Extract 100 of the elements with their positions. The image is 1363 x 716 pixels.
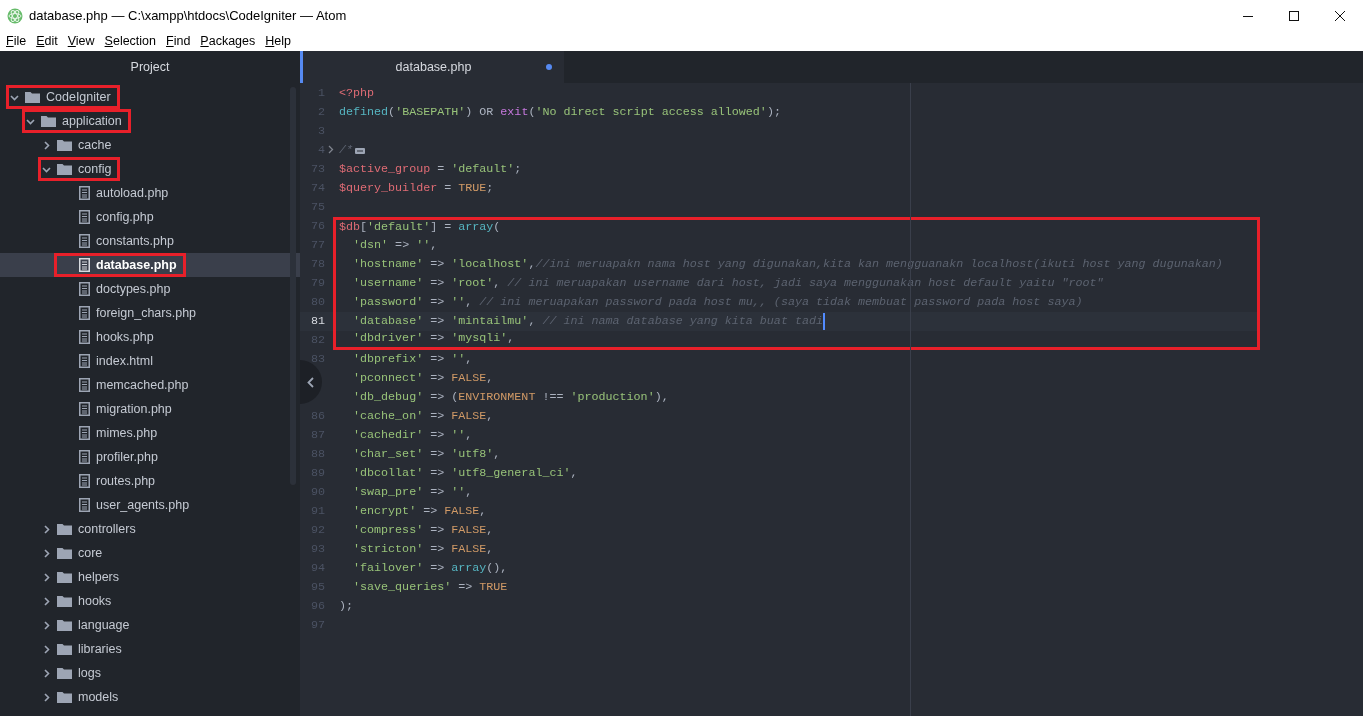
code-line: 'dbcollat' => 'utf8_general_ci', bbox=[352, 464, 578, 482]
menu-item[interactable]: View bbox=[62, 32, 100, 51]
code-line: 'dbprefix' => '', bbox=[352, 350, 473, 368]
file-name: hooks.php bbox=[96, 328, 154, 346]
scrollbar[interactable] bbox=[290, 87, 296, 485]
folder-icon bbox=[25, 91, 40, 103]
file-name: database.php bbox=[96, 256, 177, 274]
file-icon bbox=[79, 354, 90, 368]
menu-item[interactable]: Help bbox=[260, 32, 296, 51]
tree-row[interactable]: CodeIgniter bbox=[0, 85, 300, 109]
chevron-right-icon[interactable] bbox=[42, 596, 51, 606]
code-line: 'password' => '', // ini meruapakan password pada host mu,, (saya tidak membuat password pada host saya) bbox=[352, 293, 1083, 311]
fold-ellipsis-icon[interactable] bbox=[355, 147, 366, 154]
file-name: migration.php bbox=[96, 400, 172, 418]
tree-row[interactable]: language bbox=[0, 613, 300, 637]
menu-item[interactable]: Edit bbox=[31, 32, 63, 51]
chevron-down-icon[interactable] bbox=[42, 164, 51, 174]
tree-row[interactable]: helpers bbox=[0, 565, 300, 589]
file-icon bbox=[79, 210, 90, 224]
folder-icon bbox=[57, 595, 72, 607]
folder-name: application bbox=[62, 112, 122, 130]
file-name: memcached.php bbox=[96, 376, 189, 394]
tree-row[interactable]: libraries bbox=[0, 637, 300, 661]
editor-tab[interactable]: database.php bbox=[300, 51, 564, 83]
folder-icon bbox=[57, 667, 72, 679]
code-line: 'dbdriver' => 'mysqli', bbox=[352, 330, 515, 348]
tree-row[interactable]: controllers bbox=[0, 517, 300, 541]
code-line: 'save_queries' => TRUE bbox=[352, 578, 508, 596]
close-icon bbox=[1335, 11, 1345, 21]
folder-name: controllers bbox=[78, 520, 136, 538]
file-name: profiler.php bbox=[96, 448, 158, 466]
code-line: 'db_debug' => (ENVIRONMENT !== 'production'), bbox=[352, 388, 669, 406]
code-line: 'compress' => FALSE, bbox=[352, 521, 494, 539]
file-icon bbox=[79, 258, 90, 272]
tree-row[interactable]: index.html bbox=[0, 349, 300, 373]
tree-row[interactable]: migration.php bbox=[0, 397, 300, 421]
text-cursor bbox=[822, 313, 825, 330]
chevron-right-icon[interactable] bbox=[42, 692, 51, 702]
folder-icon bbox=[57, 523, 72, 535]
tree-row[interactable]: routes.php bbox=[0, 469, 300, 493]
code-line: <?php bbox=[339, 84, 375, 102]
tree-row[interactable]: models bbox=[0, 685, 300, 709]
tree-row[interactable]: config.php bbox=[0, 205, 300, 229]
file-icon bbox=[79, 282, 90, 296]
tree-row[interactable]: core bbox=[0, 541, 300, 565]
file-name: routes.php bbox=[96, 472, 156, 490]
chevron-down-icon[interactable] bbox=[26, 116, 35, 126]
chevron-right-icon[interactable] bbox=[42, 644, 51, 654]
folder-icon bbox=[57, 163, 72, 175]
code-line: 'cachedir' => '', bbox=[352, 426, 473, 444]
code-line: 'username' => 'root', // ini meruapakan username dari host, jadi saya menggunakan host default yaitu "root" bbox=[352, 274, 1104, 292]
chevron-right-icon[interactable] bbox=[42, 620, 51, 630]
file-name: index.html bbox=[96, 352, 153, 370]
tree-row[interactable]: profiler.php bbox=[0, 445, 300, 469]
tree-row[interactable]: hooks.php bbox=[0, 325, 300, 349]
code-line: 'pconnect' => FALSE, bbox=[352, 369, 494, 387]
menu-item[interactable]: File bbox=[1, 32, 32, 51]
code-line: 'encrypt' => FALSE, bbox=[352, 502, 487, 520]
tree-row[interactable]: mimes.php bbox=[0, 421, 300, 445]
chevron-right-icon[interactable] bbox=[42, 548, 51, 558]
tree-row[interactable]: database.php bbox=[0, 253, 300, 277]
folder-name: logs bbox=[78, 664, 101, 682]
tree-row[interactable]: doctypes.php bbox=[0, 277, 300, 301]
tree-row[interactable]: logs bbox=[0, 661, 300, 685]
chevron-right-icon[interactable] bbox=[42, 140, 51, 150]
file-name: doctypes.php bbox=[96, 280, 171, 298]
chevron-right-icon[interactable] bbox=[42, 668, 51, 678]
code-line: 'dsn' => '', bbox=[352, 236, 438, 254]
chevron-right-icon[interactable] bbox=[42, 524, 51, 534]
file-icon bbox=[79, 234, 90, 248]
tree-row[interactable]: config bbox=[0, 157, 300, 181]
menu-item[interactable]: Packages bbox=[195, 32, 261, 51]
file-icon bbox=[79, 474, 90, 488]
tree-row[interactable]: constants.php bbox=[0, 229, 300, 253]
file-icon bbox=[79, 306, 90, 320]
folder-icon bbox=[57, 691, 72, 703]
maximize-icon bbox=[1289, 11, 1299, 21]
tree-row[interactable]: cache bbox=[0, 133, 300, 157]
tree-row[interactable]: hooks bbox=[0, 589, 300, 613]
folder-name: config bbox=[78, 160, 112, 178]
chevron-down-icon[interactable] bbox=[10, 92, 19, 102]
tree-row[interactable]: application bbox=[0, 109, 300, 133]
code-line: $query_builder = TRUE; bbox=[339, 179, 494, 197]
collapse-handle[interactable] bbox=[300, 360, 322, 404]
tree-row[interactable]: foreign_chars.php bbox=[0, 301, 300, 325]
folder-name: CodeIgniter bbox=[46, 88, 111, 106]
file-icon bbox=[79, 402, 90, 416]
file-icon bbox=[79, 498, 90, 512]
code-line: 'hostname' => 'localhost',//ini meruapakn nama host yang digunakan,kita kan mengguanakn localhost(ikuti host yang dugunakan) bbox=[352, 255, 1223, 273]
code-line: defined('BASEPATH') OR exit('No direct script access allowed'); bbox=[339, 103, 781, 121]
tree-row[interactable]: memcached.php bbox=[0, 373, 300, 397]
file-name: foreign_chars.php bbox=[96, 304, 197, 322]
minimize-icon bbox=[1243, 15, 1253, 17]
file-name: user_agents.php bbox=[96, 496, 190, 514]
tree-row[interactable]: autoload.php bbox=[0, 181, 300, 205]
menu-item[interactable]: Find bbox=[161, 32, 196, 51]
code-line: 'failover' => array(), bbox=[352, 559, 508, 577]
menu-item[interactable]: Selection bbox=[99, 32, 162, 51]
chevron-right-icon[interactable] bbox=[42, 572, 51, 582]
tree-row[interactable]: user_agents.php bbox=[0, 493, 300, 517]
